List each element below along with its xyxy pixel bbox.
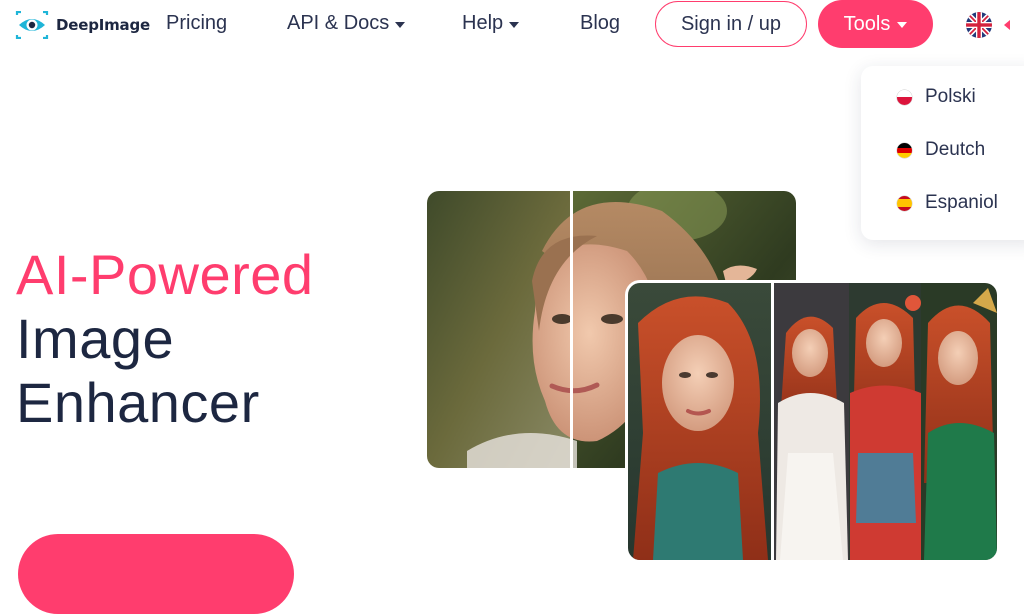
language-option-label: Espaniol xyxy=(925,192,998,213)
language-option-label: Deutch xyxy=(925,139,986,160)
nav-api-docs-label: API & Docs xyxy=(287,12,390,34)
tools-button[interactable]: Tools xyxy=(818,0,933,48)
caret-down-icon xyxy=(897,22,908,28)
hero-title: AI-Powered Image Enhancer xyxy=(16,243,314,435)
nav-help-label: Help xyxy=(462,12,504,34)
germany-flag-icon xyxy=(897,142,912,158)
redhead-collage-image xyxy=(628,283,997,560)
top-navigation: DeepImage Pricing API & Docs Help Blog S… xyxy=(0,0,1024,52)
language-option-espaniol[interactable]: Espaniol xyxy=(897,192,998,214)
language-dropdown: Polski Deutch Espaniol xyxy=(861,66,1024,240)
nav-blog-label: Blog xyxy=(580,12,621,34)
hero-title-line2: Image xyxy=(16,307,175,370)
sign-in-button[interactable]: Sign in / up xyxy=(655,1,807,47)
language-option-deutch[interactable]: Deutch xyxy=(897,139,985,161)
nav-pricing[interactable]: Pricing xyxy=(166,12,227,35)
brand-logo[interactable]: DeepImage xyxy=(14,10,150,40)
nav-help[interactable]: Help xyxy=(462,12,520,35)
hero-title-line3: Enhancer xyxy=(16,371,260,434)
caret-down-icon xyxy=(395,21,406,28)
nav-pricing-label: Pricing xyxy=(166,12,228,34)
sign-in-label: Sign in / up xyxy=(680,12,782,35)
uk-flag-icon[interactable] xyxy=(966,12,992,38)
hero-cta-button[interactable] xyxy=(18,534,294,614)
tools-label: Tools xyxy=(843,12,891,35)
brand-name: DeepImage xyxy=(56,16,150,34)
language-option-label: Polski xyxy=(925,86,976,107)
nav-blog[interactable]: Blog xyxy=(580,12,620,35)
hero-title-accent: AI-Powered xyxy=(16,243,314,306)
caret-left-icon[interactable] xyxy=(1004,20,1010,30)
nav-api-docs[interactable]: API & Docs xyxy=(287,12,406,35)
language-option-polski[interactable]: Polski xyxy=(897,86,976,108)
caret-down-icon xyxy=(509,21,520,28)
poland-flag-icon xyxy=(897,89,912,105)
spain-flag-icon xyxy=(897,195,912,211)
eye-logo-icon xyxy=(14,10,50,40)
